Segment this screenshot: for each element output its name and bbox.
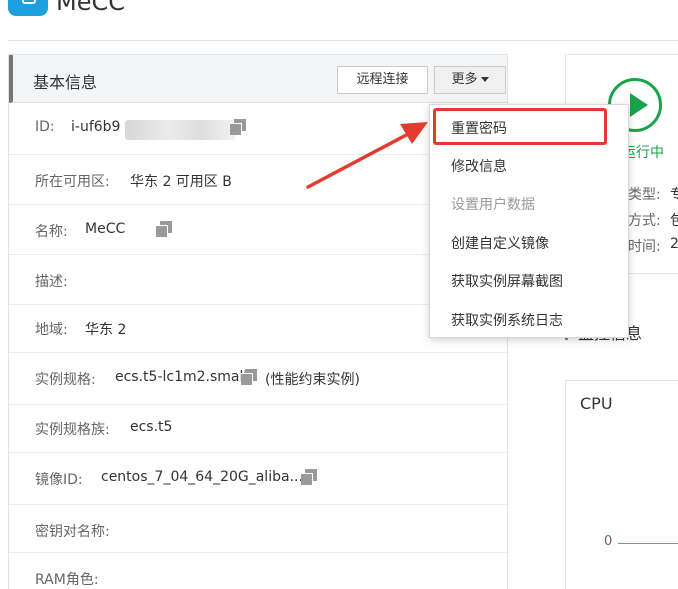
annotation-arrow-icon bbox=[306, 122, 428, 189]
